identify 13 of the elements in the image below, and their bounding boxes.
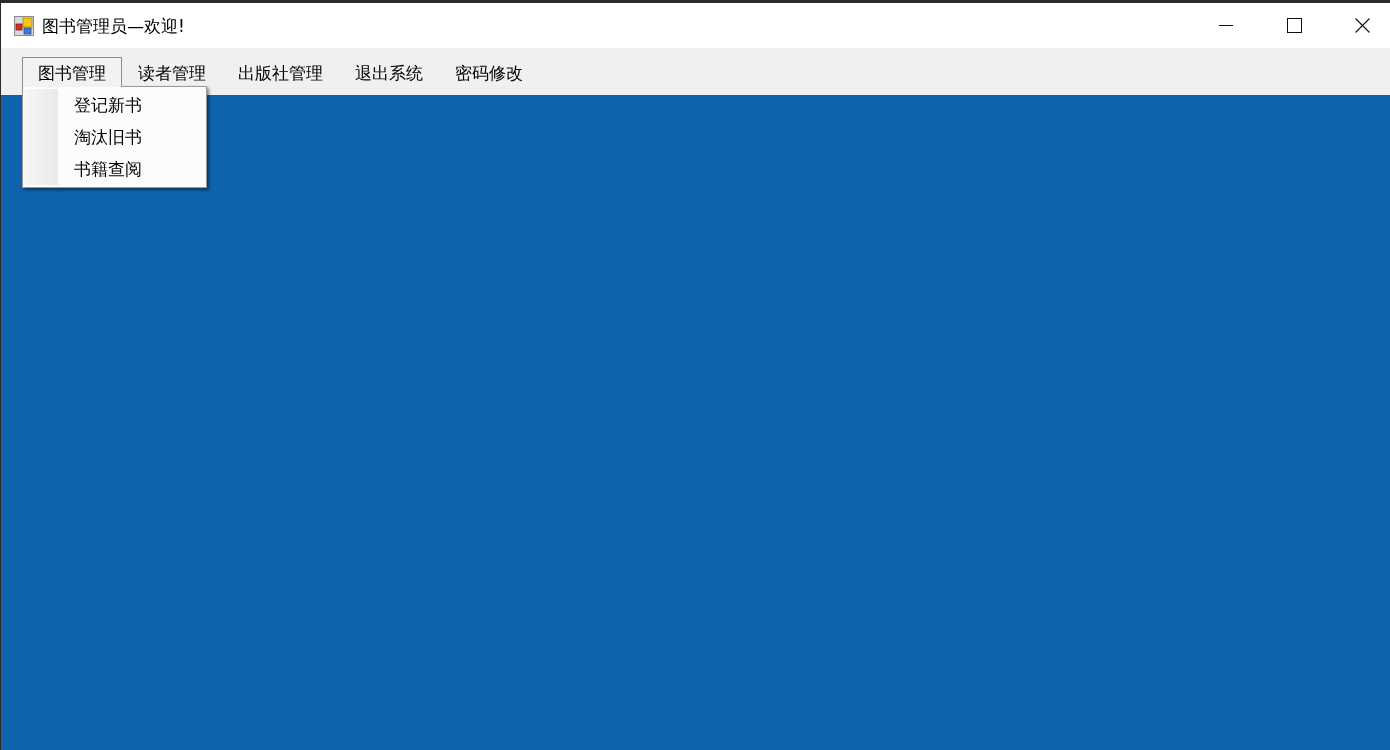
minimize-icon <box>1219 25 1233 26</box>
dropdown-item[interactable]: 书籍查阅 <box>58 153 206 185</box>
menu-item[interactable]: 出版社管理 <box>222 57 339 87</box>
menu-item[interactable]: 读者管理 <box>122 57 222 87</box>
menu-item[interactable]: 密码修改 <box>439 57 539 87</box>
dropdown-item[interactable]: 淘汰旧书 <box>58 121 206 153</box>
close-icon <box>1354 18 1370 33</box>
maximize-icon <box>1286 18 1302 33</box>
menu-item[interactable]: 退出系统 <box>339 57 439 87</box>
menu-item[interactable]: 图书管理 <box>22 57 122 87</box>
window-title: 图书管理员—欢迎! <box>42 14 185 37</box>
app-icon <box>14 15 34 36</box>
dropdown-item[interactable]: 登记新书 <box>58 89 206 121</box>
